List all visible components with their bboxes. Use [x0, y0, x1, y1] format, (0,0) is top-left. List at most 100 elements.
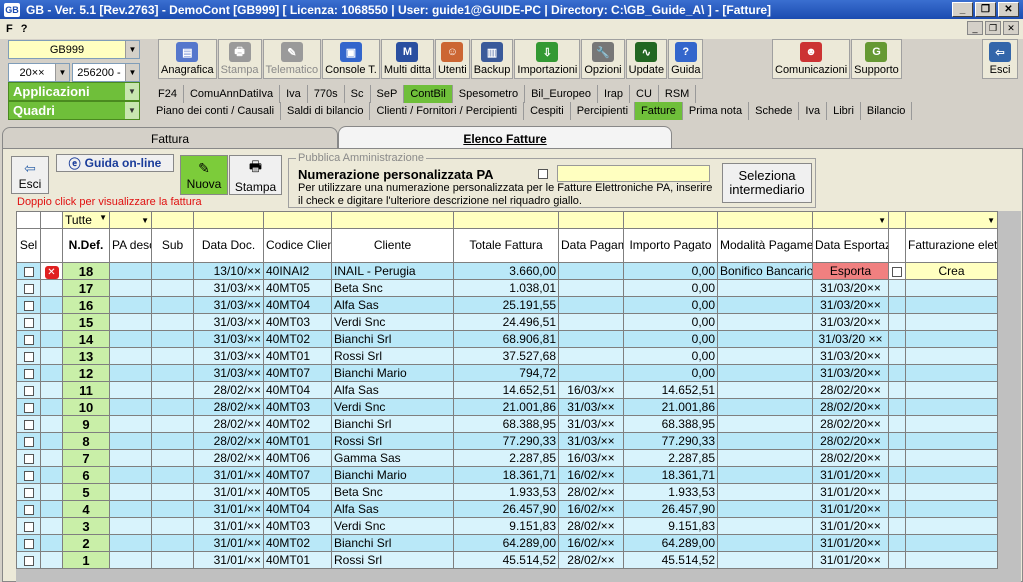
e-invoice-cell[interactable]	[905, 330, 998, 348]
fe-checkbox[interactable]	[888, 398, 906, 416]
stampa-button[interactable]: 🖶 Stampa	[229, 155, 282, 195]
row-checkbox[interactable]	[23, 351, 34, 362]
telematico-toolbar-button[interactable]: ✎ Telematico	[262, 39, 322, 79]
table-row[interactable]: 9 28/02/×× 40MT02 Bianchi Srl 68.388,95 31/03…	[16, 415, 998, 433]
tab-comuanndatiiva[interactable]: ComuAnnDatiIva	[184, 85, 281, 103]
e-invoice-cell[interactable]	[905, 313, 998, 331]
e-invoice-cell[interactable]	[905, 432, 998, 450]
pa-description-input[interactable]	[557, 165, 710, 182]
e-invoice-cell[interactable]	[905, 551, 998, 569]
column-header-sub[interactable]: Sub	[151, 228, 194, 263]
e-invoice-cell[interactable]: Crea	[905, 262, 998, 280]
select-checkbox[interactable]	[16, 296, 41, 314]
tab-saldi-di-bilancio[interactable]: Saldi di bilancio	[281, 102, 371, 120]
delete-cell[interactable]	[40, 398, 63, 416]
delete-cell[interactable]	[40, 534, 63, 552]
backup-toolbar-button[interactable]: ▥ Backup	[470, 39, 514, 79]
row-checkbox[interactable]	[23, 436, 34, 447]
tab-libri[interactable]: Libri	[827, 102, 861, 120]
select-checkbox[interactable]	[16, 551, 41, 569]
table-row[interactable]: 2 31/01/×× 40MT02 Bianchi Srl 64.289,00 16/02…	[16, 534, 998, 552]
fe-checkbox[interactable]	[888, 381, 906, 399]
delete-cell[interactable]	[40, 347, 63, 365]
e-invoice-cell[interactable]	[905, 500, 998, 518]
utenti-toolbar-button[interactable]: ☺ Utenti	[434, 39, 470, 79]
fe-check[interactable]	[892, 266, 902, 277]
column-header-data-pagamento[interactable]: Data Pagamento	[558, 228, 624, 263]
table-row[interactable]: 3 31/01/×× 40MT03 Verdi Snc 9.151,83 28/02/××…	[16, 517, 998, 535]
tab-iva[interactable]: Iva	[280, 85, 308, 103]
delete-cell[interactable]	[40, 364, 63, 382]
fe-checkbox[interactable]	[888, 330, 906, 348]
filter-cell[interactable]: ▼	[905, 211, 998, 229]
select-checkbox[interactable]	[16, 364, 41, 382]
e-invoice-cell[interactable]	[905, 381, 998, 399]
row-checkbox[interactable]	[23, 317, 34, 328]
menu-help[interactable]: ?	[21, 23, 28, 35]
delete-cell[interactable]	[40, 313, 63, 331]
row-checkbox[interactable]	[23, 521, 34, 532]
table-row[interactable]: 5 31/01/×× 40MT05 Beta Snc 1.933,53 28/02/×× 1…	[16, 483, 998, 501]
tab-f24[interactable]: F24	[152, 85, 184, 103]
table-row[interactable]: 16 31/03/×× 40MT04 Alfa Sas 25.191,55 0,00 31/…	[16, 296, 998, 314]
mdi-close-button[interactable]: ✕	[1003, 21, 1019, 35]
tab-cespiti[interactable]: Cespiti	[524, 102, 571, 120]
tab-rsm[interactable]: RSM	[659, 85, 697, 103]
export-date[interactable]: Esporta	[812, 262, 889, 280]
fe-checkbox[interactable]	[888, 534, 906, 552]
fe-checkbox[interactable]	[888, 466, 906, 484]
tab-cu[interactable]: CU	[630, 85, 659, 103]
importazioni-toolbar-button[interactable]: ⇩ Importazioni	[514, 39, 581, 79]
delete-cell[interactable]	[40, 330, 63, 348]
table-row[interactable]: 12 31/03/×× 40MT07 Bianchi Mario 794,72 0,00 3…	[16, 364, 998, 382]
tab-iva[interactable]: Iva	[799, 102, 828, 120]
select-checkbox[interactable]	[16, 483, 41, 501]
row-checkbox[interactable]	[23, 453, 34, 464]
fe-checkbox[interactable]	[888, 313, 906, 331]
select-checkbox[interactable]	[16, 415, 41, 433]
anagrafica-toolbar-button[interactable]: ▤ Anagrafica	[158, 39, 217, 79]
year-select[interactable]: 20×× ▼	[8, 63, 70, 82]
row-checkbox[interactable]	[23, 334, 34, 345]
table-row[interactable]: 7 28/02/×× 40MT06 Gamma Sas 2.287,85 16/03/××…	[16, 449, 998, 467]
select-checkbox[interactable]	[16, 381, 41, 399]
fe-checkbox[interactable]	[888, 279, 906, 297]
minimize-button[interactable]: _	[952, 2, 973, 17]
tab-clienti-fornitori-percipienti[interactable]: Clienti / Fornitori / Percipienti	[370, 102, 525, 120]
row-checkbox[interactable]	[23, 368, 34, 379]
table-row[interactable]: 1 31/01/×× 40MT01 Rossi Srl 45.514,52 28/02/×…	[16, 551, 998, 569]
e-invoice-cell[interactable]	[905, 398, 998, 416]
comunicazioni-toolbar-button[interactable]: ☻ Comunicazioni	[772, 39, 851, 79]
e-invoice-cell[interactable]	[905, 517, 998, 535]
fe-checkbox[interactable]	[888, 551, 906, 569]
select-checkbox[interactable]	[16, 534, 41, 552]
e-invoice-cell[interactable]	[905, 347, 998, 365]
fe-checkbox[interactable]	[888, 262, 906, 280]
esci-top-button[interactable]: ⇦ Esci	[982, 39, 1018, 79]
close-button[interactable]: ✕	[998, 2, 1019, 17]
delete-cell[interactable]	[40, 466, 63, 484]
column-header-fatturazione-elettronica[interactable]: Fatturazione elettronica	[905, 228, 998, 263]
table-row[interactable]: ✕ 18 13/10/×× 40INAI2 INAIL - Perugia 3.660,0…	[16, 262, 998, 280]
select-checkbox[interactable]	[16, 330, 41, 348]
filter-cell[interactable]: ▼	[812, 211, 889, 229]
e-invoice-cell[interactable]	[905, 364, 998, 382]
fe-checkbox[interactable]	[888, 517, 906, 535]
row-checkbox[interactable]	[23, 487, 34, 498]
select-checkbox[interactable]	[16, 449, 41, 467]
row-checkbox[interactable]	[23, 300, 34, 311]
e-invoice-cell[interactable]	[905, 415, 998, 433]
fe-checkbox[interactable]	[888, 347, 906, 365]
column-header-importo-pagato[interactable]: Importo Pagato	[623, 228, 718, 263]
applicazioni-select[interactable]: Applicazioni ▼	[8, 82, 140, 101]
guida-toolbar-button[interactable]: ? Guida	[668, 39, 704, 79]
menu-f[interactable]: F	[6, 23, 13, 35]
column-header-cliente[interactable]: Cliente	[331, 228, 454, 263]
tab-770s[interactable]: 770s	[308, 85, 345, 103]
filter-cell[interactable]: Tutte ▼	[62, 211, 110, 229]
select-checkbox[interactable]	[16, 466, 41, 484]
tab-fattura[interactable]: Fattura	[2, 127, 338, 149]
console-t-toolbar-button[interactable]: ▣ Console T.	[322, 39, 380, 79]
select-checkbox[interactable]	[16, 500, 41, 518]
row-checkbox[interactable]	[23, 402, 34, 413]
